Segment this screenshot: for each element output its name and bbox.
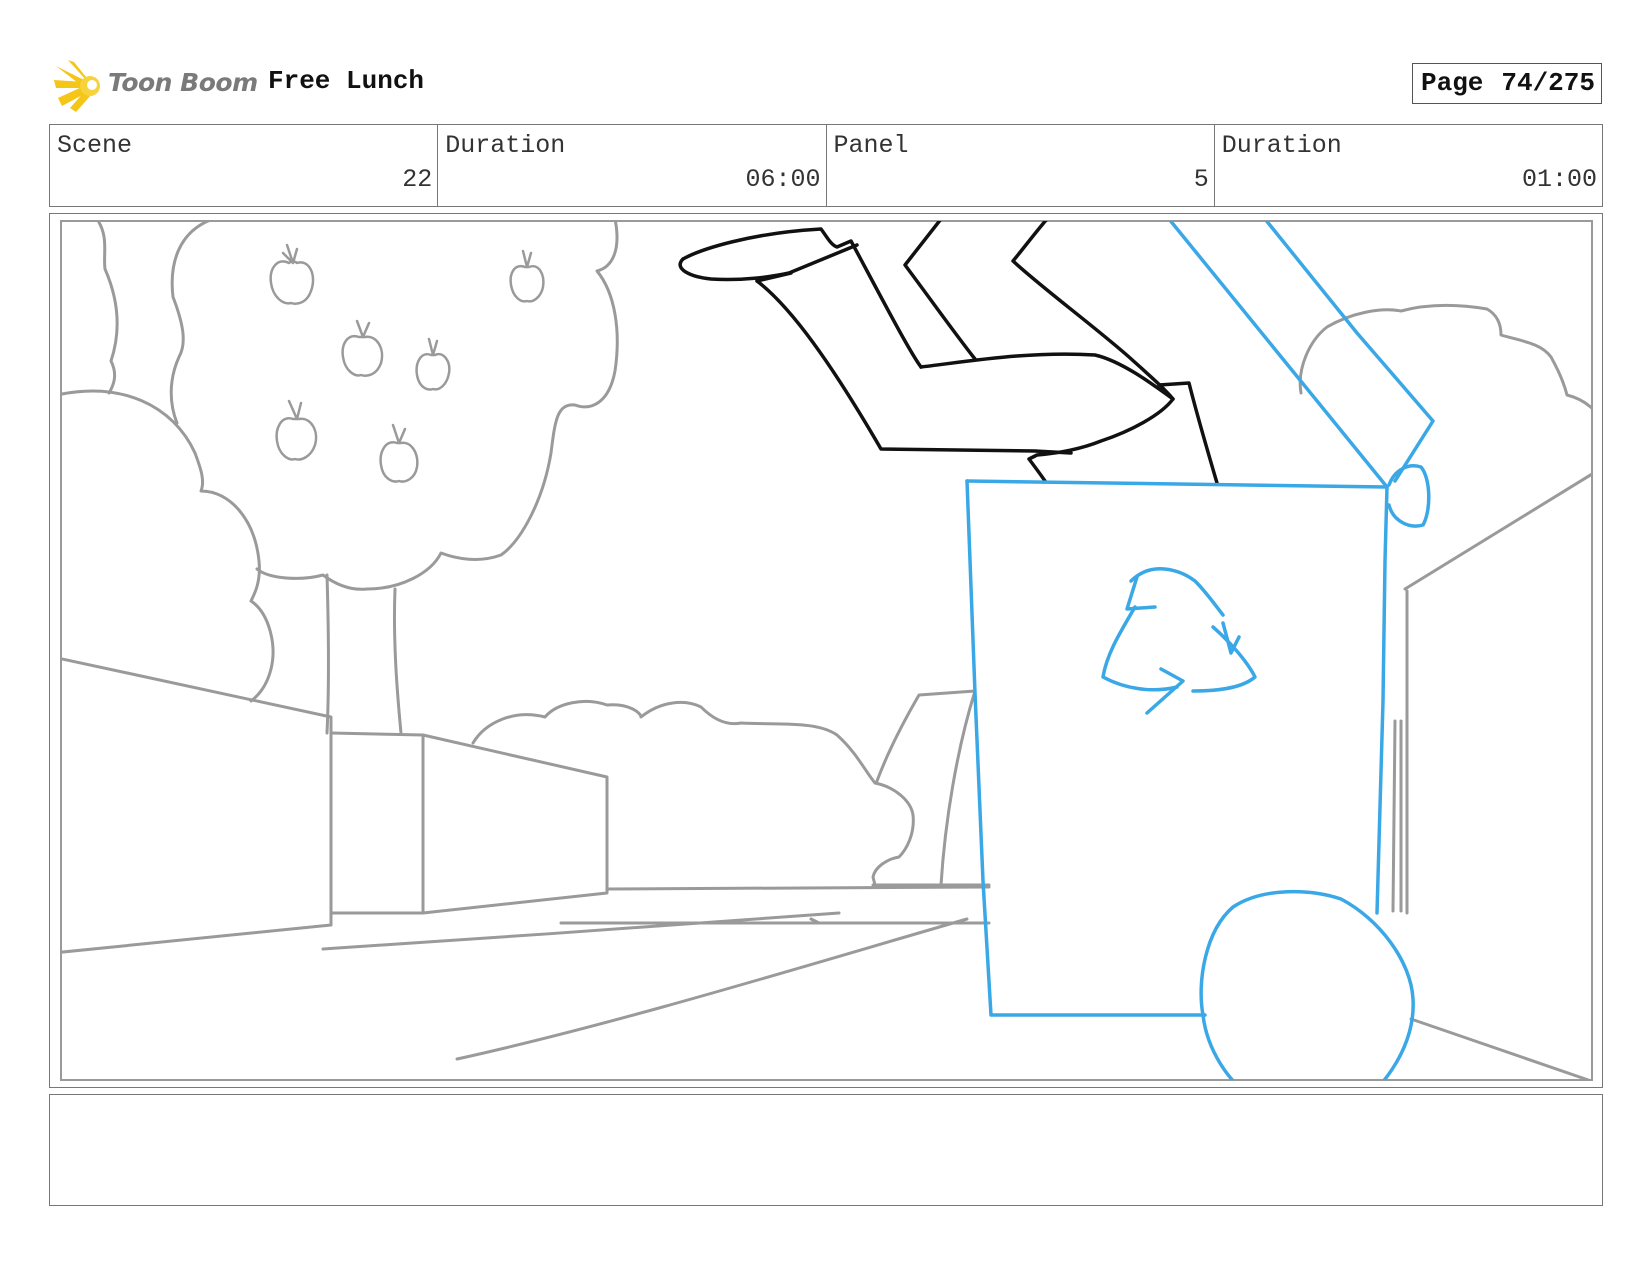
panel-label: Panel — [833, 131, 909, 160]
recycling-bin — [965, 221, 1435, 1080]
scene-duration-label: Duration — [445, 131, 566, 160]
toon-boom-logo: Toon Boom — [54, 58, 258, 112]
panel-sketch — [60, 220, 1593, 1081]
panel-value: 5 — [1193, 165, 1209, 194]
page-value: 74/275 — [1501, 68, 1595, 98]
scene-cell: Scene 22 — [50, 125, 439, 206]
scene-value: 22 — [402, 165, 433, 194]
panel-notes[interactable] — [49, 1094, 1603, 1206]
scene-label: Scene — [57, 131, 133, 160]
panel-duration-cell: Duration 01:00 — [1215, 125, 1602, 206]
starburst-icon — [54, 60, 100, 112]
panel-duration-label: Duration — [1221, 131, 1342, 160]
inner-frame — [60, 220, 1593, 1081]
storyboard-panel — [49, 213, 1603, 1088]
apples — [269, 243, 545, 483]
page-label: Page — [1421, 68, 1484, 98]
scene-duration-value: 06:00 — [745, 165, 821, 194]
character-legs — [678, 221, 1219, 485]
panel-info-row: Scene 22 Duration 06:00 Panel 5 Duration… — [49, 124, 1603, 207]
panel-cell: Panel 5 — [827, 125, 1215, 206]
scene-duration-cell: Duration 06:00 — [438, 125, 827, 206]
page-indicator: Page 74/275 — [1412, 63, 1602, 104]
project-title: Free Lunch — [268, 66, 425, 96]
panel-duration-value: 01:00 — [1521, 165, 1597, 194]
logo-text: Toon Boom — [108, 68, 258, 97]
